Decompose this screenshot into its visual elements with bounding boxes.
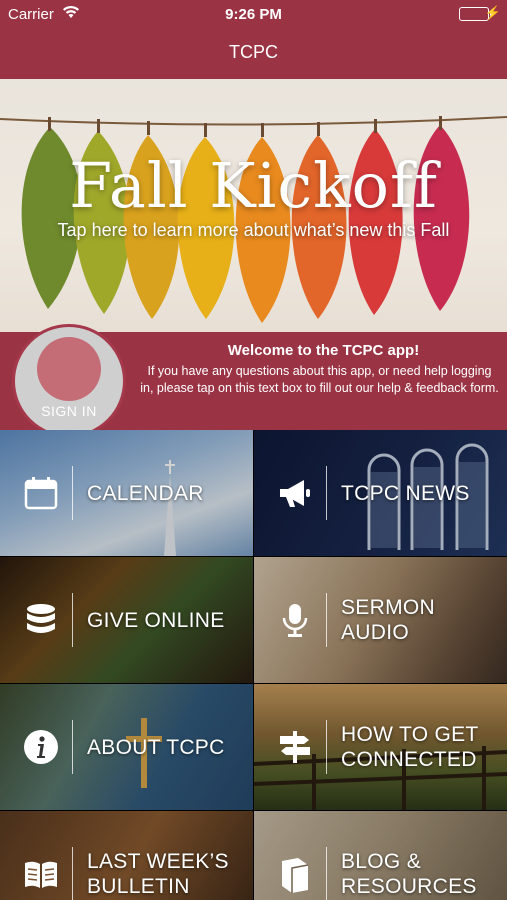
tile-about-tcpc[interactable]: ABOUT TCPC [0,684,253,810]
tile-last-weeks-bulletin[interactable]: LAST WEEK’S BULLETIN [0,811,253,900]
status-bar: Carrier 9:26 PM ⚡ [0,0,507,28]
menu-grid: CALENDAR TCPC NEWS GIVE ONLINE SERMON AUD… [0,430,507,900]
tile-label: TCPC NEWS [341,481,470,505]
top-bar: Carrier 9:26 PM ⚡ TCPC [0,0,507,79]
tile-label: HOW TO GET CONNECTED [341,723,479,771]
fall-kickoff-banner[interactable]: Fall Kickoff Tap here to learn more abou… [0,79,507,332]
help-feedback-text[interactable]: If you have any questions about this app… [140,363,499,397]
tile-give-online[interactable]: GIVE ONLINE [0,557,253,683]
book-icon [276,855,314,893]
sign-in-label: SIGN IN [41,403,97,419]
open-book-icon [22,855,60,893]
tile-label: LAST WEEK’S BULLETIN [87,850,229,898]
avatar-head [37,337,101,401]
sign-in-avatar[interactable]: SIGN IN [12,324,126,438]
calendar-icon [22,474,60,512]
microphone-icon [276,601,314,639]
tile-label: CALENDAR [87,481,204,505]
database-icon [22,601,60,639]
tile-how-to-get-connected[interactable]: HOW TO GET CONNECTED [254,684,507,810]
tile-label: SERMON AUDIO [341,596,435,644]
welcome-section: SIGN IN Welcome to the TCPC app! If you … [0,324,507,438]
tile-label: GIVE ONLINE [87,608,225,632]
clock: 9:26 PM [225,6,282,23]
welcome-title: Welcome to the TCPC app! [227,342,420,359]
banner-subtitle: Tap here to learn more about what’s new … [57,220,450,240]
tile-label: BLOG & RESOURCES [341,850,477,898]
tile-blog-resources[interactable]: BLOG & RESOURCES [254,811,507,900]
tile-label: ABOUT TCPC [87,735,225,759]
banner-headline: Fall Kickoff [69,149,438,222]
charging-icon: ⚡ [484,5,501,20]
megaphone-icon [276,474,314,512]
tile-tcpc-news[interactable]: TCPC NEWS [254,430,507,556]
nav-title: TCPC [229,42,278,62]
tile-sermon-audio[interactable]: SERMON AUDIO [254,557,507,683]
tile-calendar[interactable]: CALENDAR [0,430,253,556]
signpost-icon [276,728,314,766]
info-icon [22,728,60,766]
